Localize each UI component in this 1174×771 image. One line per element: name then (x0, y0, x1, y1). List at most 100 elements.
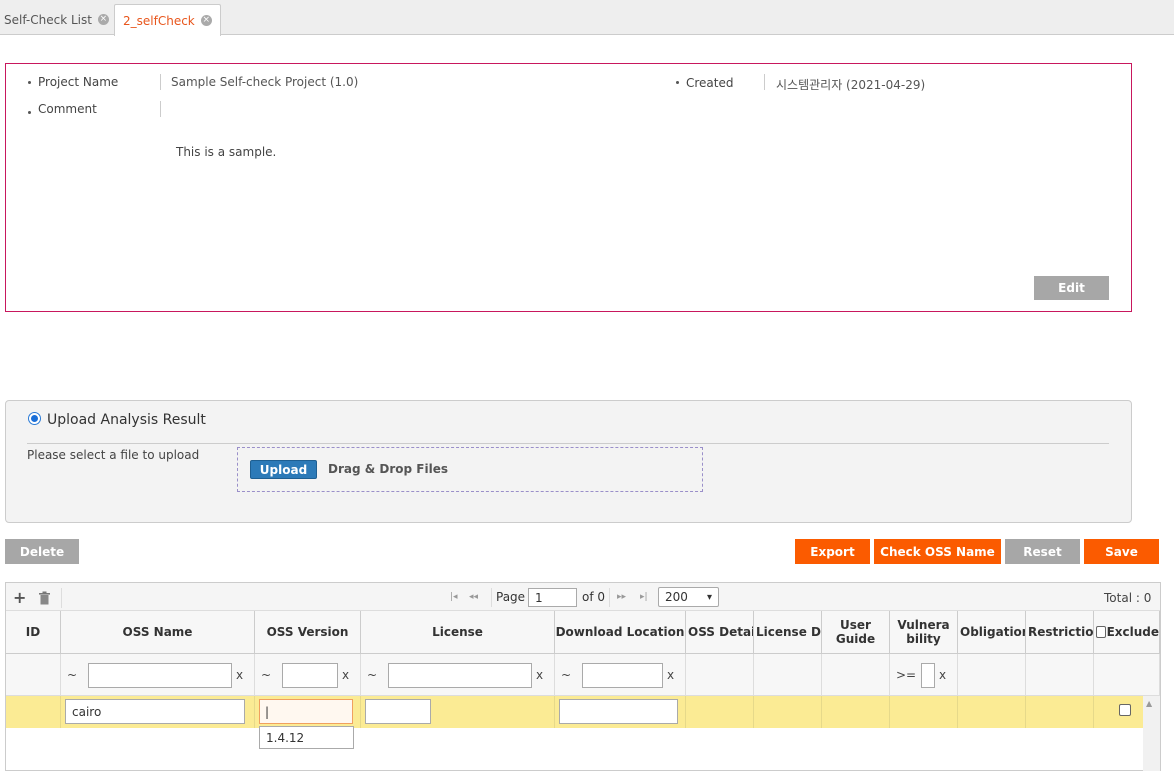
project-info-panel (5, 63, 1132, 312)
page-label: Page (496, 590, 526, 604)
upload-result-label: Upload Analysis Result (47, 412, 206, 428)
col-header-obligation[interactable]: Obligatior (958, 611, 1026, 654)
filter-tilde: ~ (261, 668, 272, 682)
clear-filter-icon[interactable]: x (939, 668, 946, 682)
oss-version-filter-input[interactable] (282, 663, 338, 688)
bullet-icon (28, 111, 31, 114)
col-header-download-location[interactable]: Download Location (555, 611, 686, 654)
filter-tilde: ~ (367, 668, 378, 682)
tab-self-check-list[interactable]: Self-Check List × (0, 4, 117, 35)
row-cell-vulnerability (890, 696, 958, 728)
upload-result-radio[interactable] (28, 412, 41, 425)
scroll-up-icon[interactable]: ▲ (1146, 699, 1152, 708)
col-header-oss-version[interactable]: OSS Version (255, 611, 361, 654)
clear-filter-icon[interactable]: x (667, 668, 674, 682)
upload-prompt: Please select a file to upload (27, 448, 200, 462)
upload-button[interactable]: Upload (250, 460, 317, 479)
license-filter-input[interactable] (388, 663, 532, 688)
download-filter-input[interactable] (582, 663, 663, 688)
col-header-exclude[interactable]: Exclude (1094, 611, 1160, 654)
exclude-all-checkbox[interactable] (1096, 626, 1106, 638)
project-name-value: Sample Self-check Project (1.0) (171, 75, 359, 89)
page-size-select[interactable]: 200 ▾ (658, 587, 719, 607)
clear-filter-icon[interactable]: x (342, 668, 349, 682)
filter-cell (958, 654, 1026, 696)
filter-cell (686, 654, 754, 696)
col-header-oss-name[interactable]: OSS Name (61, 611, 255, 654)
col-header-oss-detail[interactable]: OSS Detai (686, 611, 754, 654)
divider (27, 443, 1109, 444)
row-cell-id (6, 696, 61, 728)
close-icon[interactable]: × (97, 14, 109, 25)
comment-value: This is a sample. (176, 145, 277, 159)
page-size-value: 200 (665, 590, 688, 604)
filter-cell (1026, 654, 1094, 696)
drag-drop-label: Drag & Drop Files (328, 462, 448, 476)
download-location-input[interactable] (559, 699, 678, 724)
header-line: bility (906, 632, 941, 646)
divider (764, 74, 765, 90)
project-name-label: Project Name (38, 75, 119, 89)
edit-button[interactable]: Edit (1034, 276, 1109, 300)
clear-filter-icon[interactable]: x (536, 668, 543, 682)
created-label: Created (686, 76, 734, 90)
exclude-checkbox[interactable] (1119, 704, 1131, 716)
divider (160, 101, 161, 117)
tab-label: Self-Check List (4, 12, 92, 27)
divider (61, 588, 62, 608)
oss-version-input[interactable]: | (259, 699, 353, 724)
oss-name-input[interactable]: cairo (65, 699, 245, 724)
tab-label: 2_selfCheck (123, 13, 195, 28)
total-count: Total : 0 (1104, 591, 1152, 605)
header-line: Guide (835, 632, 876, 646)
next-page-icon[interactable]: ▸▸ (617, 592, 626, 602)
created-value: 시스템관리자 (2021-04-29) (776, 78, 926, 92)
row-cell-license-detail (754, 696, 822, 728)
col-header-license-detail[interactable]: License De (754, 611, 822, 654)
delete-button[interactable]: Delete (5, 539, 79, 564)
close-icon[interactable]: × (200, 15, 212, 26)
bullet-icon (676, 81, 679, 84)
clear-filter-icon[interactable]: x (236, 668, 243, 682)
tab-2-selfcheck[interactable]: 2_selfCheck × (114, 4, 221, 36)
col-header-restriction[interactable]: Restrictio (1026, 611, 1094, 654)
divider (609, 588, 610, 607)
last-page-icon[interactable]: ▸| (640, 592, 648, 602)
version-autocomplete-item[interactable]: 1.4.12 (259, 726, 354, 749)
filter-cell (754, 654, 822, 696)
add-row-icon[interactable]: + (13, 588, 26, 607)
col-header-license[interactable]: License (361, 611, 555, 654)
oss-name-filter-input[interactable] (88, 663, 232, 688)
filter-cell (6, 654, 61, 696)
col-header-id[interactable]: ID (6, 611, 61, 654)
divider (491, 588, 492, 607)
col-header-user-guide[interactable]: User Guide (822, 611, 890, 654)
header-line: Vulnera (897, 618, 950, 632)
check-oss-name-button[interactable]: Check OSS Name (874, 539, 1001, 564)
comment-label: Comment (38, 102, 97, 116)
license-input[interactable] (365, 699, 431, 724)
exclude-label: Exclude (1106, 625, 1159, 639)
filter-tilde: ~ (561, 668, 572, 682)
page-input[interactable]: 1 (528, 588, 577, 607)
header-line: User (840, 618, 871, 632)
bullet-icon (28, 81, 31, 84)
divider (160, 74, 161, 90)
filter-tilde: ~ (67, 668, 78, 682)
filter-cell (1094, 654, 1160, 696)
vulnerability-filter-input[interactable] (921, 663, 935, 688)
row-cell-obligation (958, 696, 1026, 728)
reset-button[interactable]: Reset (1005, 539, 1080, 564)
save-button[interactable]: Save (1084, 539, 1159, 564)
row-cell-restriction (1026, 696, 1094, 728)
page-count: of 0 (582, 590, 606, 604)
filter-cell (822, 654, 890, 696)
filter-gte: >= (896, 668, 917, 682)
first-page-icon[interactable]: |◂ (450, 592, 458, 602)
export-button[interactable]: Export (795, 539, 870, 564)
row-cell-oss-detail (686, 696, 754, 728)
row-cell-user-guide (822, 696, 890, 728)
trash-icon[interactable] (38, 591, 51, 605)
col-header-vulnerability[interactable]: Vulnera bility (890, 611, 958, 654)
prev-page-icon[interactable]: ◂◂ (469, 592, 478, 602)
